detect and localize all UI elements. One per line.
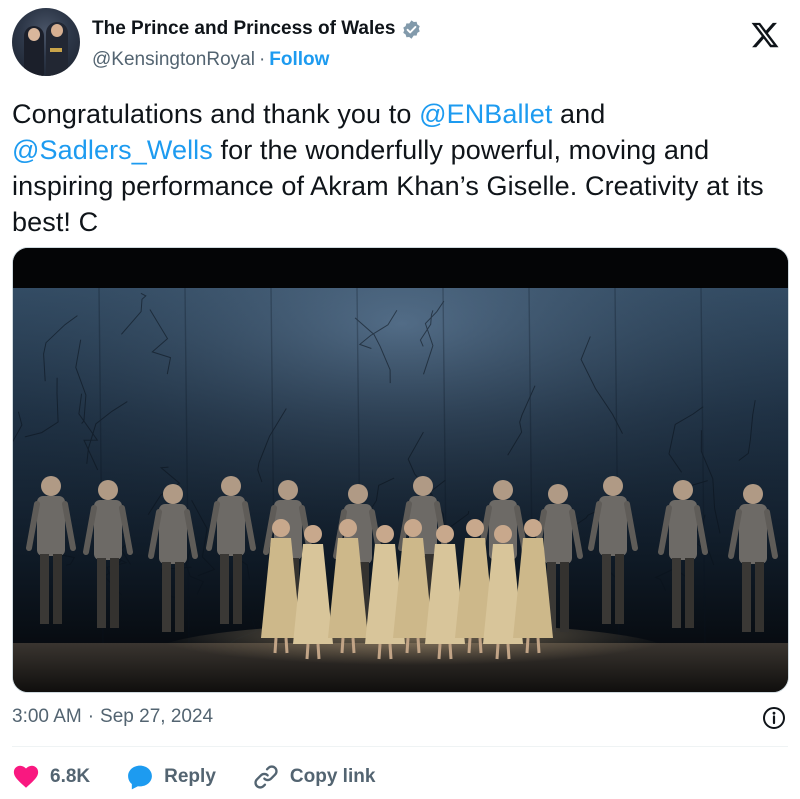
reply-label: Reply	[164, 766, 216, 787]
avatar-face-left	[28, 28, 40, 41]
action-bar: 6.8K Reply Copy link	[12, 760, 411, 794]
tweet-text: Congratulations and thank you to @ENBall…	[12, 96, 782, 240]
reply-button[interactable]: Reply	[126, 763, 216, 791]
verified-badge-icon	[403, 19, 421, 39]
mention-enballet-link[interactable]: @ENBallet	[419, 99, 552, 129]
handle-row: @KensingtonRoyal · Follow	[92, 49, 329, 71]
handle-separator: ·	[258, 49, 266, 70]
speech-bubble-icon	[128, 765, 153, 790]
timestamp-separator: ·	[87, 706, 95, 727]
avatar[interactable]	[12, 8, 80, 76]
handle[interactable]: @KensingtonRoyal	[92, 49, 255, 71]
tweet-header: The Prince and Princess of Wales @Kensin…	[12, 8, 788, 80]
tweet-time: 3:00 AM	[12, 706, 82, 727]
tweet-photo[interactable]	[12, 247, 789, 693]
x-logo-icon[interactable]	[750, 20, 780, 50]
tweet-timestamp[interactable]: 3:00 AM · Sep 27, 2024	[12, 706, 213, 728]
mention-sadlers-wells-link[interactable]: @Sadlers_Wells	[12, 135, 213, 165]
heart-icon	[13, 765, 39, 788]
divider	[12, 746, 788, 747]
display-name[interactable]: The Prince and Princess of Wales	[92, 18, 395, 40]
tweet-text-part: and	[552, 99, 606, 129]
ballet-stage-image	[13, 248, 788, 692]
copy-link-label: Copy link	[289, 766, 376, 787]
info-icon[interactable]	[762, 706, 786, 730]
like-button[interactable]: 6.8K	[12, 763, 90, 791]
follow-button[interactable]: Follow	[269, 49, 329, 71]
copy-link-button[interactable]: Copy link	[252, 763, 376, 791]
like-count: 6.8K	[50, 766, 91, 787]
avatar-face-right	[51, 24, 63, 37]
link-icon	[254, 765, 278, 789]
tweet-date: Sep 27, 2024	[100, 706, 214, 727]
name-row: The Prince and Princess of Wales	[92, 18, 422, 40]
tweet-text-part: Congratulations and thank you to	[12, 99, 420, 129]
avatar-medal	[50, 48, 62, 52]
